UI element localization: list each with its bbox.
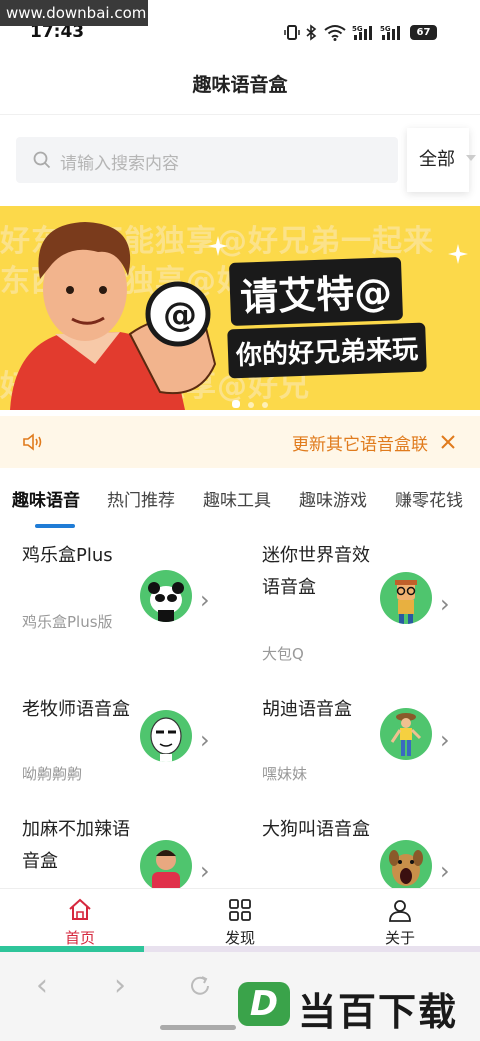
- item-subtitle: 嘿妹妹: [262, 765, 308, 783]
- chevron-right-icon: ›: [200, 586, 210, 614]
- tab-fun-voice[interactable]: 趣味语音: [12, 486, 80, 511]
- nav-about-label: 关于: [384, 929, 415, 947]
- pagination-dot[interactable]: [248, 402, 254, 408]
- refresh-icon[interactable]: [188, 974, 212, 998]
- vibrate-icon: [284, 24, 300, 41]
- item-title: 鸡乐盒Plus: [22, 545, 113, 566]
- signal-5g-icon: 5G: [352, 24, 376, 41]
- pagination-dot[interactable]: [262, 402, 268, 408]
- tab-games[interactable]: 趣味游戏: [299, 486, 367, 511]
- tab-tools[interactable]: 趣味工具: [203, 486, 271, 511]
- list-item[interactable]: 胡迪语音盒 嘿妹妹 ›: [240, 692, 480, 802]
- nav-home[interactable]: 首页: [50, 889, 110, 949]
- chevron-right-icon: ›: [200, 726, 210, 754]
- chevron-right-icon: ›: [440, 857, 450, 885]
- sparkle-icon: [208, 236, 228, 256]
- home-indicator[interactable]: [160, 1025, 236, 1030]
- bottom-navigation: 首页 发现 关于: [0, 888, 480, 948]
- nav-home-label: 首页: [64, 929, 95, 947]
- forward-icon[interactable]: ›: [114, 968, 126, 1003]
- item-title: 胡迪语音盒: [262, 699, 352, 720]
- item-title: 大狗叫语音盒: [262, 819, 370, 840]
- sparkle-icon: [448, 244, 468, 264]
- brand-logo: D: [238, 982, 290, 1026]
- search-placeholder: 请输入搜索内容: [60, 154, 179, 174]
- battery-icon: 67: [410, 25, 437, 40]
- tab-hot[interactable]: 热门推荐: [107, 486, 175, 511]
- svg-text:@: @: [163, 295, 197, 335]
- header-divider: [0, 114, 480, 115]
- avatar: [140, 840, 192, 888]
- tab-indicator: [35, 524, 75, 528]
- svg-text:5G: 5G: [380, 25, 391, 33]
- nav-discover[interactable]: 发现: [210, 889, 270, 949]
- nav-about[interactable]: 关于: [370, 889, 430, 949]
- filter-dropdown[interactable]: 全部: [407, 128, 469, 192]
- back-icon[interactable]: ‹: [36, 968, 48, 1003]
- cartoon-man-illustration: @: [10, 222, 217, 410]
- pagination-dot[interactable]: [232, 400, 240, 408]
- chevron-down-icon: [466, 155, 476, 161]
- avatar: [380, 840, 432, 888]
- promo-banner[interactable]: 好东西不能独享@好兄弟一起来 东西不能独享@好兄弟一起 好东西不能独享@好兄 @…: [0, 206, 480, 410]
- item-title: 老牧师语音盒: [22, 699, 130, 720]
- list-item[interactable]: 加麻不加辣语音盒 ›: [0, 812, 240, 888]
- item-subtitle: 鸡乐盒Plus版: [22, 613, 113, 631]
- watermark: www.downbai.com: [0, 0, 148, 26]
- bluetooth-icon: [305, 24, 317, 41]
- notice-text: 更新其它语音盒联: [292, 435, 428, 455]
- item-subtitle: 呦齁齁齁: [22, 765, 83, 783]
- avatar: [140, 570, 192, 622]
- chevron-right-icon: ›: [440, 726, 450, 754]
- signal-5g-2-icon: 5G: [380, 24, 404, 41]
- user-icon: [389, 900, 411, 922]
- close-icon[interactable]: [440, 434, 456, 450]
- grid-icon: [229, 899, 251, 921]
- brand-logo-text: 当百下载: [298, 990, 459, 1034]
- speaker-icon: [23, 433, 42, 451]
- chevron-right-icon: ›: [440, 590, 450, 618]
- category-tabs: 趣味语音 热门推荐 趣味工具 趣味游戏 赚零花钱: [0, 470, 480, 528]
- list-item[interactable]: 大狗叫语音盒 ›: [240, 812, 480, 888]
- banner-pagination[interactable]: [228, 393, 272, 412]
- item-title: 加麻不加辣语音盒: [22, 819, 130, 872]
- item-subtitle: 大包Q: [262, 645, 304, 663]
- avatar: [380, 708, 432, 760]
- list-item[interactable]: 老牧师语音盒 呦齁齁齁 ›: [0, 692, 240, 802]
- nav-discover-label: 发现: [224, 929, 255, 947]
- chevron-right-icon: ›: [200, 857, 210, 885]
- tab-earn[interactable]: 赚零花钱: [395, 486, 463, 511]
- notice-bar[interactable]: 更新其它语音盒联: [0, 416, 480, 468]
- avatar: [140, 710, 192, 762]
- home-icon: [69, 898, 91, 920]
- avatar: [380, 572, 432, 624]
- item-title: 迷你世界音效语音盒: [262, 545, 370, 598]
- wifi-icon: [324, 24, 346, 41]
- filter-label: 全部: [419, 149, 455, 170]
- banner-subheadline: 你的好兄弟来玩: [227, 322, 427, 379]
- search-icon: [33, 151, 51, 169]
- list-item[interactable]: 鸡乐盒Plus 鸡乐盒Plus版 ›: [0, 538, 240, 678]
- svg-text:5G: 5G: [352, 25, 363, 33]
- search-input[interactable]: 请输入搜索内容: [16, 137, 398, 183]
- list-item[interactable]: 迷你世界音效语音盒 大包Q ›: [240, 538, 480, 678]
- banner-headline: 请艾特@: [228, 257, 404, 326]
- page-title: 趣味语音盒: [192, 74, 288, 96]
